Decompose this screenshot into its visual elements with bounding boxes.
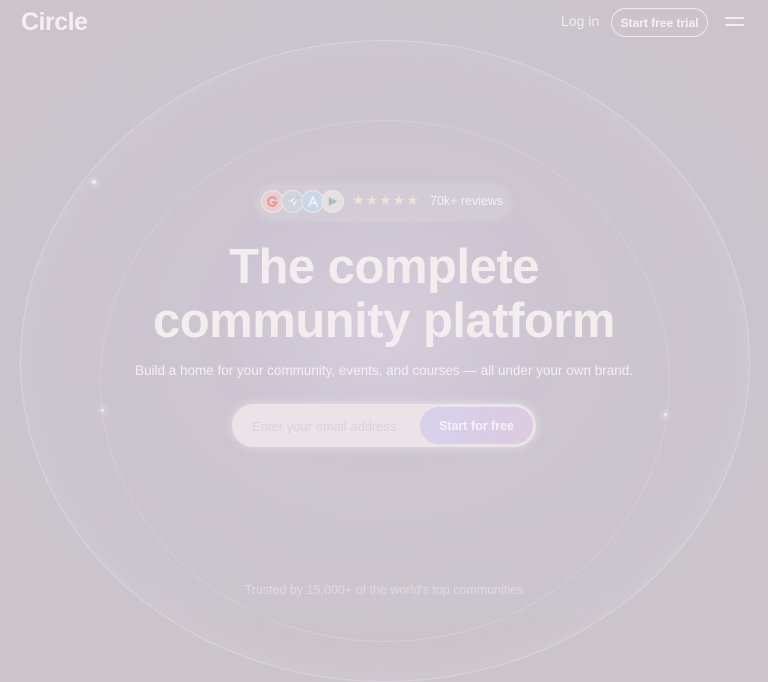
start-free-trial-button[interactable]: Start free trial bbox=[611, 8, 708, 37]
review-count: 70k+ reviews bbox=[430, 194, 504, 208]
site-header: Circle Log in Start free trial bbox=[0, 0, 768, 46]
email-input[interactable] bbox=[250, 404, 434, 449]
sparkle-dot bbox=[664, 413, 667, 416]
headline-line-2: community platform bbox=[153, 294, 615, 348]
google-play-icon bbox=[321, 190, 344, 213]
sparkle-dot bbox=[92, 180, 96, 184]
hero-subheadline: Build a home for your community, events,… bbox=[135, 363, 633, 378]
hamburger-menu-icon[interactable] bbox=[725, 15, 744, 29]
trusted-by-text: Trusted by 15,000+ of the world's top co… bbox=[244, 583, 524, 597]
email-signup-form: Start for free bbox=[232, 404, 536, 449]
login-link[interactable]: Log in bbox=[561, 13, 599, 29]
review-platform-icons bbox=[261, 190, 351, 213]
headline-line-1: The complete bbox=[229, 240, 539, 294]
circle-logo[interactable]: Circle bbox=[21, 8, 88, 37]
hero-headline: The complete community platform bbox=[0, 240, 768, 348]
start-for-free-button[interactable]: Start for free bbox=[420, 407, 533, 444]
star-rating: ★★★★★ bbox=[352, 192, 420, 208]
reviews-badge: ★★★★★ 70k+ reviews bbox=[257, 185, 510, 218]
sparkle-dot bbox=[101, 409, 104, 412]
